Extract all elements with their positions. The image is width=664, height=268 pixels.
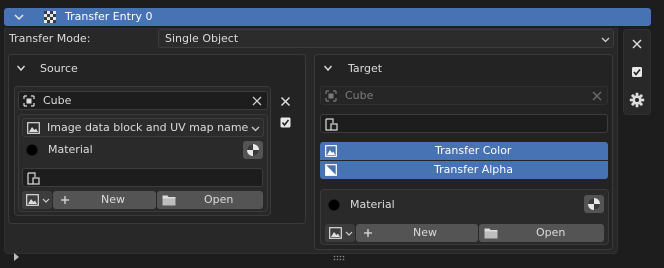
transfer-entry-header[interactable]: Transfer Entry 0 [4,8,651,26]
material-sphere-icon [588,198,600,210]
transfer-mode-dropdown[interactable]: Single Object [158,29,614,48]
alpha-icon [325,164,337,176]
image-icon [329,227,342,239]
gear-icon[interactable] [629,92,645,108]
image-icon [27,122,40,134]
target-image-type-dropdown[interactable] [325,224,355,242]
transfer-alpha-label: Transfer Alpha [434,163,514,176]
expand-arrow-icon[interactable] [13,253,20,261]
image-icon [26,194,39,206]
chevron-down-icon [42,198,50,203]
resize-grip-icon[interactable] [333,255,345,261]
chevron-down-icon [601,37,610,43]
transfer-mode-label: Transfer Mode: [9,32,91,45]
source-new-label: New [101,193,125,206]
checkbox-icon[interactable] [631,66,643,78]
target-new-button[interactable]: New [356,224,478,242]
transfer-color-toggle[interactable]: Transfer Color [320,142,608,160]
image-icon [325,145,337,157]
plus-icon [61,196,69,204]
chevron-down-icon[interactable] [13,11,25,23]
transfer-mode-value: Single Object [165,32,239,45]
source-texture-field[interactable] [22,168,263,187]
source-data-type-value: Image data block and UV map name [47,121,249,134]
chevron-down-icon [251,126,260,132]
uv-map-icon [325,118,338,131]
clear-icon[interactable] [252,96,262,106]
checker-texture-icon [44,11,56,23]
plus-icon [364,229,372,237]
target-texture-field[interactable] [320,114,608,133]
object-icon [23,95,35,107]
source-open-button[interactable]: Open [157,191,263,209]
material-dot-icon [26,144,38,156]
source-data-type-dropdown[interactable]: Image data block and UV map name [22,118,264,137]
source-enabled-checkbox[interactable] [280,117,291,128]
target-material-browse-button[interactable] [584,195,604,213]
material-sphere-icon [247,144,259,156]
chevron-down-icon[interactable] [16,63,26,73]
folder-icon [162,195,176,206]
source-object-value: Cube [43,94,72,107]
clear-icon[interactable] [592,91,602,101]
remove-source-icon[interactable] [280,96,291,107]
source-new-button[interactable]: New [53,191,156,209]
uv-map-icon [27,172,40,185]
transfer-alpha-toggle[interactable]: Transfer Alpha [320,161,608,179]
object-icon [325,90,337,102]
target-open-label: Open [536,226,566,239]
source-image-type-dropdown[interactable] [22,191,52,209]
source-material-browse-button[interactable] [243,141,263,159]
close-icon[interactable] [631,38,643,50]
target-object-value: Cube [345,89,374,102]
target-open-button[interactable]: Open [479,224,604,242]
folder-icon [484,228,498,239]
chevron-down-icon[interactable] [323,63,333,73]
chevron-down-icon [345,231,353,236]
target-object-field[interactable]: Cube [320,86,608,105]
source-object-field[interactable]: Cube [18,91,268,110]
source-title: Source [40,62,78,75]
source-material-label: Material [48,143,93,156]
target-title: Target [348,62,383,75]
entry-title: Transfer Entry 0 [65,10,153,23]
material-dot-icon [328,199,340,211]
source-open-label: Open [204,193,234,206]
target-material-label: Material [350,198,395,211]
target-new-label: New [413,226,437,239]
transfer-color-label: Transfer Color [435,144,512,157]
